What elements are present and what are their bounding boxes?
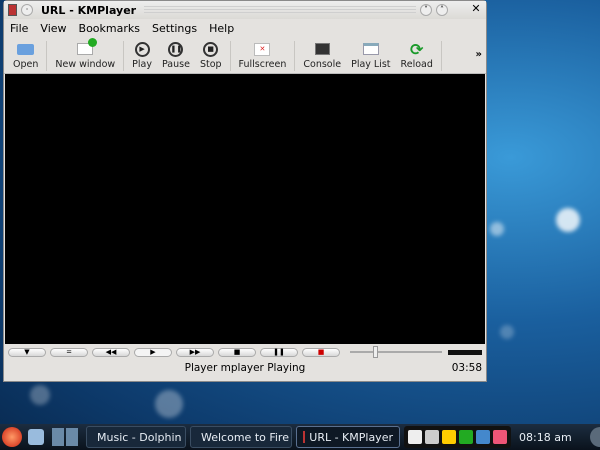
playback-time: 03:58 [451,362,482,374]
task-dolphin[interactable]: Music - Dolphin [86,426,186,448]
stop-button[interactable]: ■ Stop [195,41,227,70]
fullscreen-button[interactable]: ✕ Fullscreen [234,41,292,70]
task-firefox[interactable]: Welcome to Fire [190,426,292,448]
maximize-button[interactable]: ˄ [436,4,448,16]
status-bar: Player mplayer Playing 03:58 [4,362,486,378]
kmplayer-window: · URL - KMPlayer ˅ ˄ ✕ File View Bookmar… [3,0,487,382]
fullscreen-icon: ✕ [253,41,271,57]
window-title: URL - KMPlayer [41,3,137,17]
video-area[interactable] [5,74,485,344]
seek-slider[interactable] [350,346,442,358]
menu-view[interactable]: View [40,22,66,35]
menu-file[interactable]: File [10,22,28,35]
menu-settings[interactable]: Settings [152,22,197,35]
pause-button[interactable]: ❚❚ Pause [157,41,195,70]
panel-toolbox-icon[interactable] [590,427,600,447]
open-button[interactable]: Open [8,41,43,70]
play-button[interactable]: ▶ Play [127,41,157,70]
playlist-icon [362,41,380,57]
kmplayer-tray-icon[interactable] [493,430,507,444]
menu-dropdown-button[interactable]: ▼ [8,347,46,357]
stop-icon: ■ [202,41,220,57]
kickoff-menu-icon[interactable] [2,427,22,447]
toolbar-more-button[interactable]: » [476,49,482,60]
menu-bookmarks[interactable]: Bookmarks [79,22,140,35]
config-button[interactable]: = [50,347,88,357]
clipboard-icon[interactable] [408,430,422,444]
window-menu-button[interactable]: · [21,4,33,16]
update-icon[interactable] [476,430,490,444]
menu-bar: File View Bookmarks Settings Help [4,19,486,38]
reload-icon: ⟳ [410,39,424,59]
app-icon[interactable] [8,4,17,16]
minimize-button[interactable]: ˅ [420,4,432,16]
forward-button[interactable]: ▶▶ [176,347,214,357]
pager-icon[interactable] [52,428,80,446]
control-panel: ▼ = ◀◀ ▶ ▶▶ ■ ❚❚ ■ [8,346,482,358]
seek-handle[interactable] [373,346,378,358]
taskbar: Music - Dolphin Welcome to Fire URL - KM… [0,424,600,450]
system-tray [404,426,511,448]
new-window-button[interactable]: New window [50,38,120,70]
reload-button[interactable]: ⟳ Reload [396,39,438,71]
clock[interactable]: 08:18 am [519,431,572,444]
toolbar: Open New window ▶ Play ❚❚ Pause ■ Stop ✕ Ful… [4,38,486,74]
new-window-icon [76,38,98,57]
status-message: Player mplayer Playing [184,362,306,374]
pause-control-button[interactable]: ❚❚ [260,347,298,357]
printer-open-icon [17,41,35,57]
stop-control-button[interactable]: ■ [218,347,256,357]
volume-bar[interactable] [448,349,482,355]
record-button[interactable]: ■ [302,347,340,357]
task-kmplayer[interactable]: URL - KMPlayer [296,426,400,448]
warning-icon[interactable] [442,430,456,444]
console-icon [313,41,331,57]
menu-help[interactable]: Help [209,22,234,35]
close-button[interactable]: ✕ [470,3,482,16]
volume-icon[interactable] [425,430,439,444]
title-bar[interactable]: · URL - KMPlayer ˅ ˄ ✕ [4,1,486,19]
pause-icon: ❚❚ [167,41,185,57]
play-control-button[interactable]: ▶ [134,347,172,357]
rewind-button[interactable]: ◀◀ [92,347,130,357]
network-icon[interactable] [28,429,44,445]
display-icon[interactable] [459,430,473,444]
playlist-button[interactable]: Play List [346,41,395,70]
kmplayer-icon [303,431,306,443]
play-icon: ▶ [133,41,151,57]
console-button[interactable]: Console [298,41,346,70]
